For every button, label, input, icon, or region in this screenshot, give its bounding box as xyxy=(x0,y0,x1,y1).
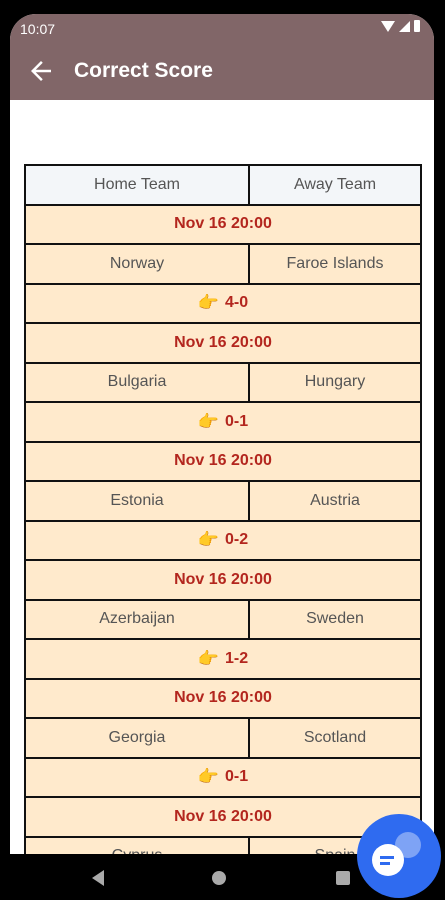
chat-button[interactable] xyxy=(357,814,441,898)
status-icons xyxy=(381,20,420,32)
triangle-back-icon[interactable] xyxy=(92,870,104,886)
score-tip: 👉 4-0 xyxy=(26,284,420,322)
match-date: Nov 16 20:00 xyxy=(26,442,420,480)
page-title: Correct Score xyxy=(74,59,213,82)
home-team-cell: Estonia xyxy=(26,482,248,520)
app-bar: Correct Score xyxy=(10,44,434,100)
away-team-header: Away Team xyxy=(248,166,420,204)
predicted-score: 1-2 xyxy=(225,649,249,667)
score-table: Home Team Away Team Nov 16 20:00 Norway Fa… xyxy=(24,164,422,877)
chat-icon xyxy=(372,844,404,876)
score-tip-row: 👉 0-2 xyxy=(26,521,420,561)
table-row: Georgia Scotland xyxy=(26,719,420,759)
match-date: Nov 16 20:00 xyxy=(26,324,420,362)
away-team-cell: Sweden xyxy=(248,600,420,638)
match-date-row: Nov 16 20:00 xyxy=(26,205,420,245)
score-tip: 👉 0-2 xyxy=(26,521,420,559)
match-date: Nov 16 20:00 xyxy=(26,205,420,243)
content-area[interactable]: Home Team Away Team Nov 16 20:00 Norway Fa… xyxy=(10,100,434,900)
wifi-icon xyxy=(381,20,395,32)
pointing-hand-icon: 👉 xyxy=(197,293,220,313)
match-date-row: Nov 16 20:00 xyxy=(26,679,420,719)
match-date-row: Nov 16 20:00 xyxy=(26,442,420,482)
pointing-hand-icon: 👉 xyxy=(197,648,220,668)
home-team-cell: Bulgaria xyxy=(26,363,248,401)
status-bar: 10:07 xyxy=(10,14,434,44)
match-date: Nov 16 20:00 xyxy=(26,679,420,717)
match-date-row: Nov 16 20:00 xyxy=(26,324,420,364)
score-tip: 👉 0-1 xyxy=(26,403,420,441)
battery-icon xyxy=(414,20,420,32)
away-team-cell: Scotland xyxy=(248,719,420,757)
away-team-cell: Hungary xyxy=(248,363,420,401)
circle-home-icon[interactable] xyxy=(212,871,226,885)
table-row: Estonia Austria xyxy=(26,482,420,522)
predicted-score: 0-1 xyxy=(225,412,249,430)
score-tip: 👉 1-2 xyxy=(26,640,420,678)
away-team-cell: Austria xyxy=(248,482,420,520)
score-tip-row: 👉 4-0 xyxy=(26,284,420,324)
square-recent-icon[interactable] xyxy=(336,871,350,885)
away-team-cell: Faroe Islands xyxy=(248,245,420,283)
predicted-score: 0-1 xyxy=(225,768,249,786)
match-date: Nov 16 20:00 xyxy=(26,561,420,599)
match-list: Nov 16 20:00 Norway Faroe Islands 👉 4-0 Nov 1… xyxy=(26,205,420,877)
arrow-left-icon[interactable] xyxy=(26,56,56,86)
status-time: 10:07 xyxy=(20,21,56,37)
predicted-score: 0-2 xyxy=(225,531,249,549)
predicted-score: 4-0 xyxy=(225,294,249,312)
home-team-cell: Azerbaijan xyxy=(26,600,248,638)
table-row: Azerbaijan Sweden xyxy=(26,600,420,640)
table-row: Norway Faroe Islands xyxy=(26,245,420,285)
score-tip-row: 👉 1-2 xyxy=(26,640,420,680)
match-date-row: Nov 16 20:00 xyxy=(26,561,420,601)
signal-icon xyxy=(399,20,410,32)
app-screen: 10:07 Correct Score Home Team Away Team … xyxy=(10,14,434,900)
pointing-hand-icon: 👉 xyxy=(197,411,220,431)
match-date: Nov 16 20:00 xyxy=(26,798,420,836)
pointing-hand-icon: 👉 xyxy=(197,530,220,550)
score-tip: 👉 0-1 xyxy=(26,758,420,796)
home-team-cell: Georgia xyxy=(26,719,248,757)
home-team-header: Home Team xyxy=(26,166,248,204)
score-tip-row: 👉 0-1 xyxy=(26,758,420,798)
home-team-cell: Norway xyxy=(26,245,248,283)
table-header: Home Team Away Team xyxy=(26,166,420,206)
score-tip-row: 👉 0-1 xyxy=(26,403,420,443)
match-date-row: Nov 16 20:00 xyxy=(26,798,420,838)
table-row: Bulgaria Hungary xyxy=(26,363,420,403)
pointing-hand-icon: 👉 xyxy=(197,767,220,787)
